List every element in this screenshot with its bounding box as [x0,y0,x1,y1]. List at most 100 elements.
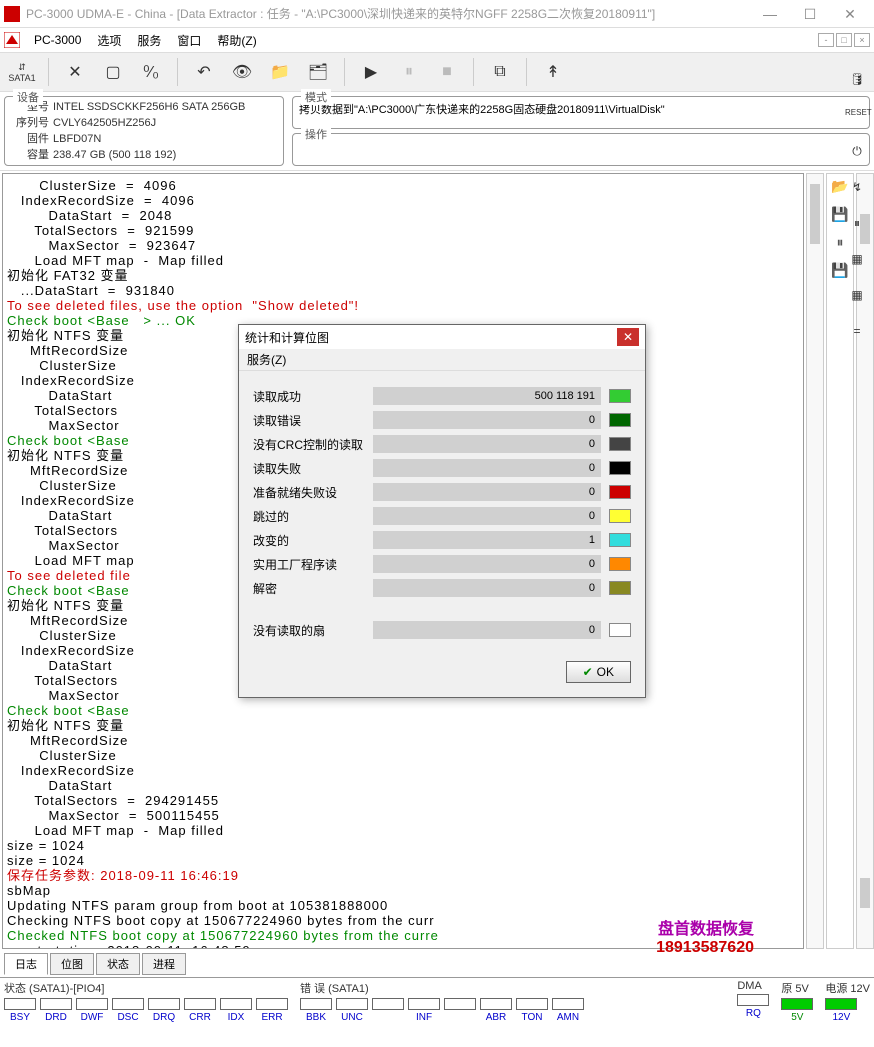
status-cell: BSY [4,998,36,1023]
tab-bitmap[interactable]: 位图 [50,953,94,975]
status-label: RQ [746,1008,761,1019]
app-icon [4,6,20,22]
status-bar: 状态 (SATA1)-[PIO4] BSYDRDDWFDSCDRQCRRIDXE… [0,977,874,1025]
ok-button[interactable]: OK [566,661,631,683]
status-cell [372,998,404,1023]
status-cell: ERR [256,998,288,1023]
folders-icon[interactable]: 🗂 [302,56,334,88]
tab-process[interactable]: 进程 [142,953,186,975]
gauge-icon[interactable]: ↟ [537,56,569,88]
power-icon[interactable]: ⏻ [845,144,869,168]
stat-row: 改变的1 [253,531,631,549]
main-toolbar: ⇵SATA1 ✕ ▢ ⁰⁄₀ ↶ 👁 📁 🗂 ▶ ⏸ ■ ⧉ ↟ [0,52,874,92]
status-label: TON [522,1012,543,1023]
maximize-button[interactable]: ☐ [790,0,830,28]
status-cell: TON [516,998,548,1023]
status-label: IDX [228,1012,245,1023]
mdi-restore[interactable]: □ [836,33,852,47]
status-led [408,998,440,1010]
probe-icon[interactable]: ↯ [845,180,869,204]
status-cell: BBK [300,998,332,1023]
dialog-close-button[interactable]: ✕ [617,328,639,346]
stat-row: 解密0 [253,579,631,597]
sata-button[interactable]: ⇵SATA1 [6,56,38,88]
status-label: DRD [45,1012,67,1023]
chip-icon[interactable]: ▦ [845,252,869,276]
chip2-icon[interactable]: ▦ [845,288,869,312]
status-label: UNC [341,1012,363,1023]
menu-app[interactable]: PC-3000 [26,33,89,47]
reset-icon[interactable]: RESET [845,108,869,132]
dialog-body: 读取成功500 118 191读取错误0没有CRC控制的读取0读取失败0准备就绪… [239,371,645,653]
stat-label: 跳过的 [253,508,373,525]
stat-row: 读取错误0 [253,411,631,429]
mode-text: 拷贝数据到"A:\PC3000\广东快递来的2258G固态硬盘20180911\… [299,101,863,117]
mdi-close[interactable]: × [854,33,870,47]
dialog-title: 统计和计算位图 [245,329,617,346]
stat-value: 0 [373,507,601,525]
status-cell: UNC [336,998,368,1023]
status-cell: IDX [220,998,252,1023]
color-swatch [609,389,631,403]
window-title: PC-3000 UDMA-E - China - [Data Extractor… [26,5,750,22]
status-led [552,998,584,1010]
tools-icon[interactable]: ✕ [59,56,91,88]
device-firmware: LBFD07N [53,133,101,145]
link-icon[interactable]: = [845,324,869,348]
ops-box: 操作 [292,133,870,166]
stat-value: 500 118 191 [373,387,601,405]
color-swatch [609,533,631,547]
status-cell: DRQ [148,998,180,1023]
stop-icon[interactable]: ■ [431,56,463,88]
status-err: 错 误 (SATA1) BBKUNCINFABRTONAMN [300,980,584,1023]
minimize-button[interactable]: — [750,0,790,28]
stats-dialog: 统计和计算位图 ✕ 服务(Z) 读取成功500 118 191读取错误0没有CR… [238,324,646,698]
status-led [40,998,72,1010]
halt-icon[interactable]: ⏸ [845,216,869,240]
status-led [737,994,769,1006]
back-icon[interactable]: ↶ [188,56,220,88]
stat-label: 读取错误 [253,412,373,429]
status-label: ABR [486,1012,507,1023]
status-led [480,998,512,1010]
copy-icon[interactable]: ⧉ [484,56,516,88]
stat-row: 实用工厂程序读0 [253,555,631,573]
mdi-controls: - □ × [818,33,870,47]
status-label: BSY [10,1012,30,1023]
log-scrollbar[interactable] [806,173,824,949]
dialog-titlebar[interactable]: 统计和计算位图 ✕ [239,325,645,349]
status-led [300,998,332,1010]
menu-help[interactable]: 帮助(Z) [209,32,264,49]
menu-window[interactable]: 窗口 [169,32,209,49]
stat-label: 实用工厂程序读 [253,556,373,573]
play-icon[interactable]: ▶ [355,56,387,88]
status-cell: DRD [40,998,72,1023]
percent-icon[interactable]: ⁰⁄₀ [135,56,167,88]
db-icon[interactable]: 🛢 [845,72,869,96]
status-led [4,998,36,1010]
stat-row-unread: 没有读取的扇0 [253,621,631,639]
color-swatch [609,623,631,637]
status-cell: ABR [480,998,512,1023]
report-icon[interactable]: ▢ [97,56,129,88]
window-titlebar: PC-3000 UDMA-E - China - [Data Extractor… [0,0,874,28]
status-label: BBK [306,1012,326,1023]
stat-label: 解密 [253,580,373,597]
binoculars-icon[interactable]: 👁 [226,56,258,88]
tab-status[interactable]: 状态 [96,953,140,975]
status-cell: 12V [825,998,857,1023]
stat-row: 没有CRC控制的读取0 [253,435,631,453]
close-button[interactable]: ✕ [830,0,870,28]
status-led [516,998,548,1010]
stat-value: 0 [373,483,601,501]
mdi-minimize[interactable]: - [818,33,834,47]
menu-services[interactable]: 服务 [129,32,169,49]
folder-icon[interactable]: 📁 [264,56,296,88]
pause-icon[interactable]: ⏸ [393,56,425,88]
dialog-menu-services[interactable]: 服务(Z) [239,349,645,371]
device-model: INTEL SSDSCKKF256H6 SATA 256GB [53,101,245,113]
tab-log[interactable]: 日志 [4,953,48,975]
menu-options[interactable]: 选项 [89,32,129,49]
status-label: DSC [117,1012,138,1023]
info-row: 设备 型号INTEL SSDSCKKF256H6 SATA 256GB 序列号C… [0,92,874,171]
